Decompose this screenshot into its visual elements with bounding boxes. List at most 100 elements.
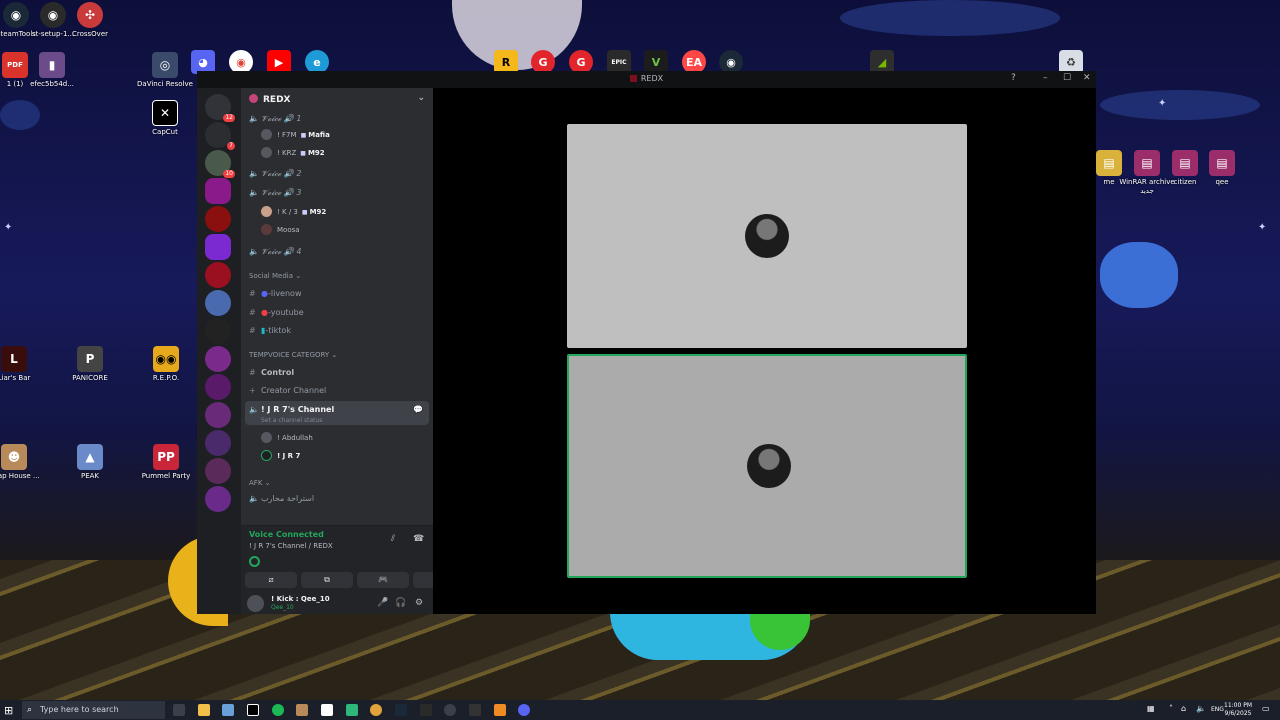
desktop-icon-panicore[interactable]: P PANICORE [62, 346, 118, 383]
spotify-icon[interactable] [272, 704, 284, 716]
voice-channel-3[interactable]: 🔈 𝓥𝓸𝓲𝓬𝓮 🔊 3 [245, 184, 429, 202]
server-icon[interactable] [205, 374, 231, 400]
server-icon[interactable] [205, 262, 231, 288]
voice-member[interactable]: Moosa [261, 222, 300, 238]
app-icon[interactable] [444, 704, 456, 716]
voice-creator-channel[interactable]: + Creator Channel [245, 382, 429, 400]
desktop-icon-peak[interactable]: ▲ PEAK [62, 444, 118, 481]
voice-member[interactable]: ! Abdullah [261, 430, 313, 446]
steam-icon[interactable] [395, 704, 407, 716]
maximize-button[interactable]: ☐ [1063, 73, 1071, 83]
desktop-icon-capcut[interactable]: ✕ CapCut [137, 100, 193, 137]
desktop-icon-wrap-house[interactable]: ☻ Wrap House ... [0, 444, 42, 481]
tray-app-icon[interactable]: ▦ [1147, 704, 1155, 713]
chevron-up-icon[interactable]: ˄ [1169, 704, 1173, 713]
cloud-decoration [0, 100, 40, 130]
help-icon[interactable]: ? [1011, 73, 1016, 83]
text-channel-livenow[interactable]: # ●-livenow [245, 285, 429, 303]
noise-suppression-icon[interactable] [249, 556, 260, 567]
server-name: REDX [263, 95, 291, 105]
notifications-icon[interactable]: ▭ [1262, 704, 1270, 713]
app-icon[interactable] [346, 704, 358, 716]
speaker-icon: 🔈 [249, 169, 259, 178]
network-icon[interactable]: ⌂ [1181, 704, 1186, 713]
server-icon[interactable] [205, 346, 231, 372]
server-icon[interactable] [205, 486, 231, 512]
desktop-icon-pummel-party[interactable]: PP Pummel Party [138, 444, 194, 481]
avatar [261, 129, 272, 140]
minimize-button[interactable]: – [1043, 73, 1048, 83]
channel-sidebar: REDX ⌄ 🔈𝓥𝓸𝓲𝓬𝓮 🔊 1 ! F7MMafia ! KRZM92 🔈𝓥… [241, 88, 433, 614]
server-icon[interactable] [205, 402, 231, 428]
screen-share-button[interactable]: ⧉ [301, 572, 353, 588]
search-icon: ⌕ [27, 705, 33, 715]
desktop-icon-file[interactable]: ▮ efec5b54d... [24, 52, 80, 89]
soundboard-button[interactable]: ♪ [413, 572, 433, 588]
server-icon[interactable] [205, 318, 231, 344]
server-icon[interactable] [205, 430, 231, 456]
disconnect-icon[interactable]: ☎ [413, 534, 424, 544]
participant-tile-speaking[interactable] [567, 354, 967, 578]
camera-button[interactable]: ⧄ [245, 572, 297, 588]
voice-channel-2[interactable]: 🔈 𝓥𝓸𝓲𝓬𝓮 🔊 2 [245, 165, 429, 183]
desktop-icon-liars-bar[interactable]: L Liar's Bar [0, 346, 42, 383]
chevron-down-icon[interactable]: ⌄ [417, 93, 425, 103]
voice-member[interactable]: ! K / 3M92 [261, 204, 326, 220]
desktop-icon-davinci[interactable]: ◎ DaVinci Resolve [137, 52, 193, 89]
windows-start-icon[interactable]: ⊞ [4, 704, 13, 717]
voice-location[interactable]: ! J R 7's Channel / REDX [249, 542, 333, 550]
text-channel-tiktok[interactable]: # ▮-tiktok [245, 322, 429, 340]
app-icon[interactable] [296, 704, 308, 716]
voice-channel-4[interactable]: 🔈 𝓥𝓸𝓲𝓬𝓮 🔊 4 [245, 243, 429, 261]
desktop-icon-qee[interactable]: ▤ qee [1194, 150, 1250, 187]
signal-icon[interactable]: ⫽ [391, 534, 395, 544]
desktop-icon-crossover[interactable]: ✣ CrossOver [62, 2, 118, 39]
text-channel-control[interactable]: # Control [245, 364, 429, 382]
desktop-icon-repo[interactable]: ◉◉ R.E.P.O. [138, 346, 194, 383]
category-social-media[interactable]: Social Media [249, 272, 301, 280]
task-view-icon[interactable] [173, 704, 185, 716]
participant-tile[interactable] [567, 124, 967, 348]
voice-member[interactable]: ! KRZM92 [261, 145, 325, 161]
server-icon[interactable] [205, 290, 231, 316]
server-icon[interactable] [205, 234, 231, 260]
file-explorer-icon[interactable] [198, 704, 210, 716]
text-channel-youtube[interactable]: # ●-youtube [245, 304, 429, 322]
username[interactable]: ! Kick : Qee_10 [271, 595, 330, 603]
voice-status[interactable]: Voice Connected [249, 530, 324, 539]
bell-server-icon[interactable]: 7 [205, 122, 235, 150]
headphones-icon[interactable]: 🎧 [395, 598, 406, 608]
category-afk[interactable]: AFK [249, 479, 271, 487]
capcut-icon[interactable] [247, 704, 259, 716]
hashtag-icon: # [249, 308, 256, 317]
server-icon[interactable]: 10 [205, 150, 235, 178]
volume-icon[interactable]: 🔈 [1196, 704, 1206, 713]
category-tempvoice[interactable]: TEMPVOICE CATEGORY [249, 351, 337, 359]
notepad-icon[interactable] [321, 704, 333, 716]
server-icon[interactable] [205, 178, 231, 204]
app-icon[interactable] [222, 704, 234, 716]
taskbar-search[interactable]: ⌕ Type here to search [22, 701, 165, 719]
voice-member[interactable]: ! F7MMafia [261, 127, 330, 143]
discord-icon[interactable] [518, 704, 530, 716]
server-icon[interactable] [205, 458, 231, 484]
app-icon[interactable] [420, 704, 432, 716]
language-indicator[interactable]: ENG [1211, 706, 1224, 713]
app-icon[interactable] [494, 704, 506, 716]
activity-button[interactable]: 🎮 [357, 572, 409, 588]
server-icon[interactable] [205, 206, 231, 232]
microphone-icon[interactable]: 🎤 [377, 598, 388, 608]
gear-icon[interactable]: ⚙ [415, 598, 423, 608]
chrome-icon[interactable] [370, 704, 382, 716]
voice-member[interactable]: ! J R 7 [261, 448, 300, 464]
clock[interactable]: 11:00 PM 9/6/2025 [1224, 702, 1252, 718]
voice-channel-afk[interactable]: 🔈 استراحة محارب [245, 490, 429, 508]
avatar[interactable] [247, 595, 264, 612]
channel-status[interactable]: Set a channel status [261, 417, 322, 424]
close-button[interactable]: ✕ [1083, 73, 1091, 83]
voice-channel-1[interactable]: 🔈 𝓥𝓸𝓲𝓬𝓮 🔊 1 [245, 110, 429, 128]
star-decoration: ✦ [4, 222, 13, 233]
app-icon[interactable] [469, 704, 481, 716]
direct-messages-icon[interactable]: 12 [205, 94, 235, 122]
chat-icon[interactable]: 💬 [413, 401, 423, 419]
